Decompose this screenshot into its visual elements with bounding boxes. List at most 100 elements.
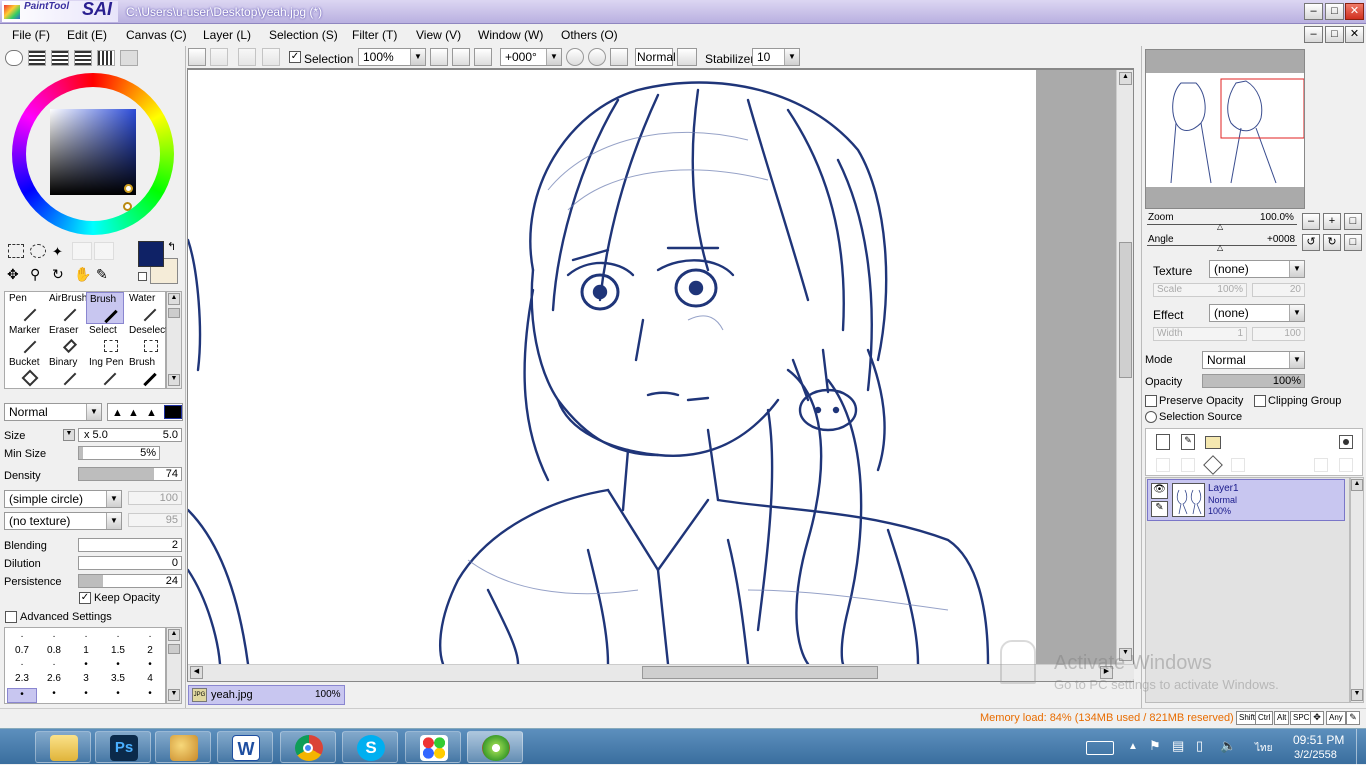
clock-time[interactable]: 09:51 PM <box>1293 733 1344 747</box>
min-size-slider[interactable]: 5% <box>78 446 160 460</box>
tool-brush-selected[interactable]: Brush <box>86 292 124 324</box>
canvas-horizontal-scrollbar[interactable]: ◀ ▶ <box>188 664 1134 681</box>
menu-filter[interactable]: Filter (T) <box>352 28 397 42</box>
dilution-slider[interactable]: 0 <box>78 556 182 570</box>
primary-color-swatch[interactable] <box>138 241 164 267</box>
delete-layer-icon[interactable] <box>1231 458 1245 472</box>
scroll-down-icon[interactable]: ▼ <box>168 689 180 701</box>
new-linework-layer-icon[interactable]: ✎ <box>1181 434 1195 450</box>
menu-file[interactable]: File (F) <box>12 28 50 42</box>
undo-icon[interactable] <box>188 48 206 66</box>
brush-shape-slider[interactable]: 100 <box>128 491 182 505</box>
show-desktop-button[interactable] <box>1356 729 1366 765</box>
input-language[interactable]: ไทย <box>1255 741 1272 756</box>
menu-window[interactable]: Window (W) <box>478 28 543 42</box>
layer-effect-combo[interactable]: (none) ▼ <box>1209 304 1305 322</box>
deselect-toolbar-icon[interactable] <box>238 48 256 66</box>
nav-angle-handle[interactable]: △ <box>1217 243 1223 252</box>
tool-bucket[interactable]: Bucket <box>6 356 44 388</box>
hue-handle[interactable] <box>123 202 132 211</box>
menu-others[interactable]: Others (O) <box>561 28 618 42</box>
doc-close-button[interactable]: ✕ <box>1345 26 1364 43</box>
rect-select-icon[interactable] <box>8 244 24 258</box>
show-hidden-icons-icon[interactable]: ▲ <box>1128 741 1138 752</box>
zoom-combo[interactable]: 100% ▼ <box>358 48 426 66</box>
taskbar-photoshop[interactable]: Ps <box>95 731 151 763</box>
texture-scale-slider[interactable]: Scale 100% <box>1153 283 1247 297</box>
preset-size[interactable]: 3 <box>71 673 101 684</box>
taskbar-paint[interactable] <box>155 731 211 763</box>
transparent-color-icon[interactable] <box>138 272 147 281</box>
tool-binary[interactable]: Binary <box>46 356 84 388</box>
lasso-icon[interactable] <box>30 244 46 258</box>
taskbar-skype[interactable]: S <box>342 731 398 763</box>
presets-scrollbar[interactable]: ▲ ▼ <box>166 627 182 704</box>
menu-view[interactable]: View (V) <box>416 28 461 42</box>
nav-zoom-reset-icon[interactable]: □ <box>1344 213 1362 230</box>
view-mode-combo[interactable]: Normal <box>635 48 676 66</box>
preset-size[interactable]: 1.5 <box>103 645 133 656</box>
scroll-up-icon[interactable]: ▲ <box>168 629 180 641</box>
scroll-up-icon[interactable]: ▲ <box>168 293 180 305</box>
tool-grid-scrollbar[interactable]: ▲ ▼ <box>166 291 182 389</box>
scroll-up-icon[interactable]: ▲ <box>1119 72 1132 85</box>
texture-strength-slider[interactable]: 20 <box>1252 283 1305 297</box>
keep-opacity-checkbox[interactable]: ✓ <box>79 592 91 604</box>
keyboard-icon[interactable] <box>1086 741 1114 755</box>
layer-mode-combo[interactable]: Normal ▼ <box>1202 351 1305 369</box>
vertical-scroll-thumb[interactable] <box>1119 242 1132 378</box>
preset-size[interactable]: 2.6 <box>39 673 69 684</box>
doc-restore-button[interactable]: □ <box>1325 26 1344 43</box>
layer-opacity-slider[interactable]: 100% <box>1202 374 1305 388</box>
hand-icon[interactable]: ✋ <box>74 266 91 283</box>
rgb-slider-tab-icon[interactable] <box>28 50 46 66</box>
scratchpad-tab-icon[interactable] <box>120 50 138 66</box>
nav-zoom-out-icon[interactable]: – <box>1302 213 1320 230</box>
clear-layer-icon[interactable] <box>1203 455 1223 475</box>
scroll-thumb[interactable] <box>168 644 180 654</box>
preset-size[interactable]: 2.3 <box>7 673 37 684</box>
nav-rotate-right-icon[interactable]: ↻ <box>1323 234 1341 251</box>
menu-selection[interactable]: Selection (S) <box>269 28 338 42</box>
preserve-opacity-checkbox[interactable] <box>1145 395 1157 407</box>
rotate-icon[interactable]: ↻ <box>52 266 64 283</box>
merge-visible-icon[interactable] <box>1314 458 1328 472</box>
layer-texture-combo[interactable]: (none) ▼ <box>1209 260 1305 278</box>
flatten-icon[interactable] <box>1339 458 1353 472</box>
action-center-flag-icon[interactable]: ⚑ <box>1149 738 1161 754</box>
move-icon[interactable]: ✥ <box>7 266 19 283</box>
flip-horizontal-icon[interactable] <box>677 48 697 66</box>
scroll-up-icon[interactable]: ▲ <box>1351 479 1363 491</box>
tablet-icon[interactable]: ▯ <box>1196 738 1203 754</box>
edge-hard-icon[interactable]: ▲ <box>146 407 157 419</box>
canvas-vertical-scrollbar[interactable]: ▲ ▼ <box>1116 70 1133 664</box>
network-icon[interactable]: ▤ <box>1172 738 1184 754</box>
effect-strength-slider[interactable]: 100 <box>1252 327 1305 341</box>
edge-sharp-icon[interactable] <box>164 405 182 419</box>
preset-size[interactable]: 1 <box>71 645 101 656</box>
intermediate-color-tab-icon[interactable] <box>74 50 92 66</box>
tool-water[interactable]: Water <box>126 292 164 324</box>
tool-pen[interactable]: Pen <box>6 292 44 324</box>
zoom-reset-icon[interactable] <box>474 48 492 66</box>
tool-airbrush[interactable]: AirBrush <box>46 292 87 324</box>
scroll-down-icon[interactable]: ▼ <box>168 374 180 386</box>
brush-mode-combo[interactable]: Normal ▼ <box>4 403 102 421</box>
persistence-slider[interactable]: 24 <box>78 574 182 588</box>
advanced-settings-checkbox[interactable] <box>5 611 17 623</box>
tool-ink-pen[interactable]: Ing Pen <box>86 356 124 388</box>
selection-source-checkbox[interactable] <box>1145 411 1157 423</box>
preset-size[interactable]: 0.7 <box>7 645 37 656</box>
taskbar-chrome[interactable] <box>280 731 336 763</box>
invert-selection-icon[interactable] <box>262 48 280 66</box>
new-layer-icon[interactable] <box>1156 434 1170 450</box>
scroll-left-icon[interactable]: ◀ <box>190 666 203 679</box>
tool-marker[interactable]: Marker <box>6 324 44 356</box>
edge-medium-icon[interactable]: ▲ <box>128 407 139 419</box>
horizontal-scroll-thumb[interactable] <box>642 666 878 679</box>
transfer-down-icon[interactable] <box>1156 458 1170 472</box>
hsv-slider-tab-icon[interactable] <box>51 50 69 66</box>
density-slider[interactable]: 74 <box>78 467 182 481</box>
preset-size[interactable]: 3.5 <box>103 673 133 684</box>
preset-size[interactable]: 0.8 <box>39 645 69 656</box>
